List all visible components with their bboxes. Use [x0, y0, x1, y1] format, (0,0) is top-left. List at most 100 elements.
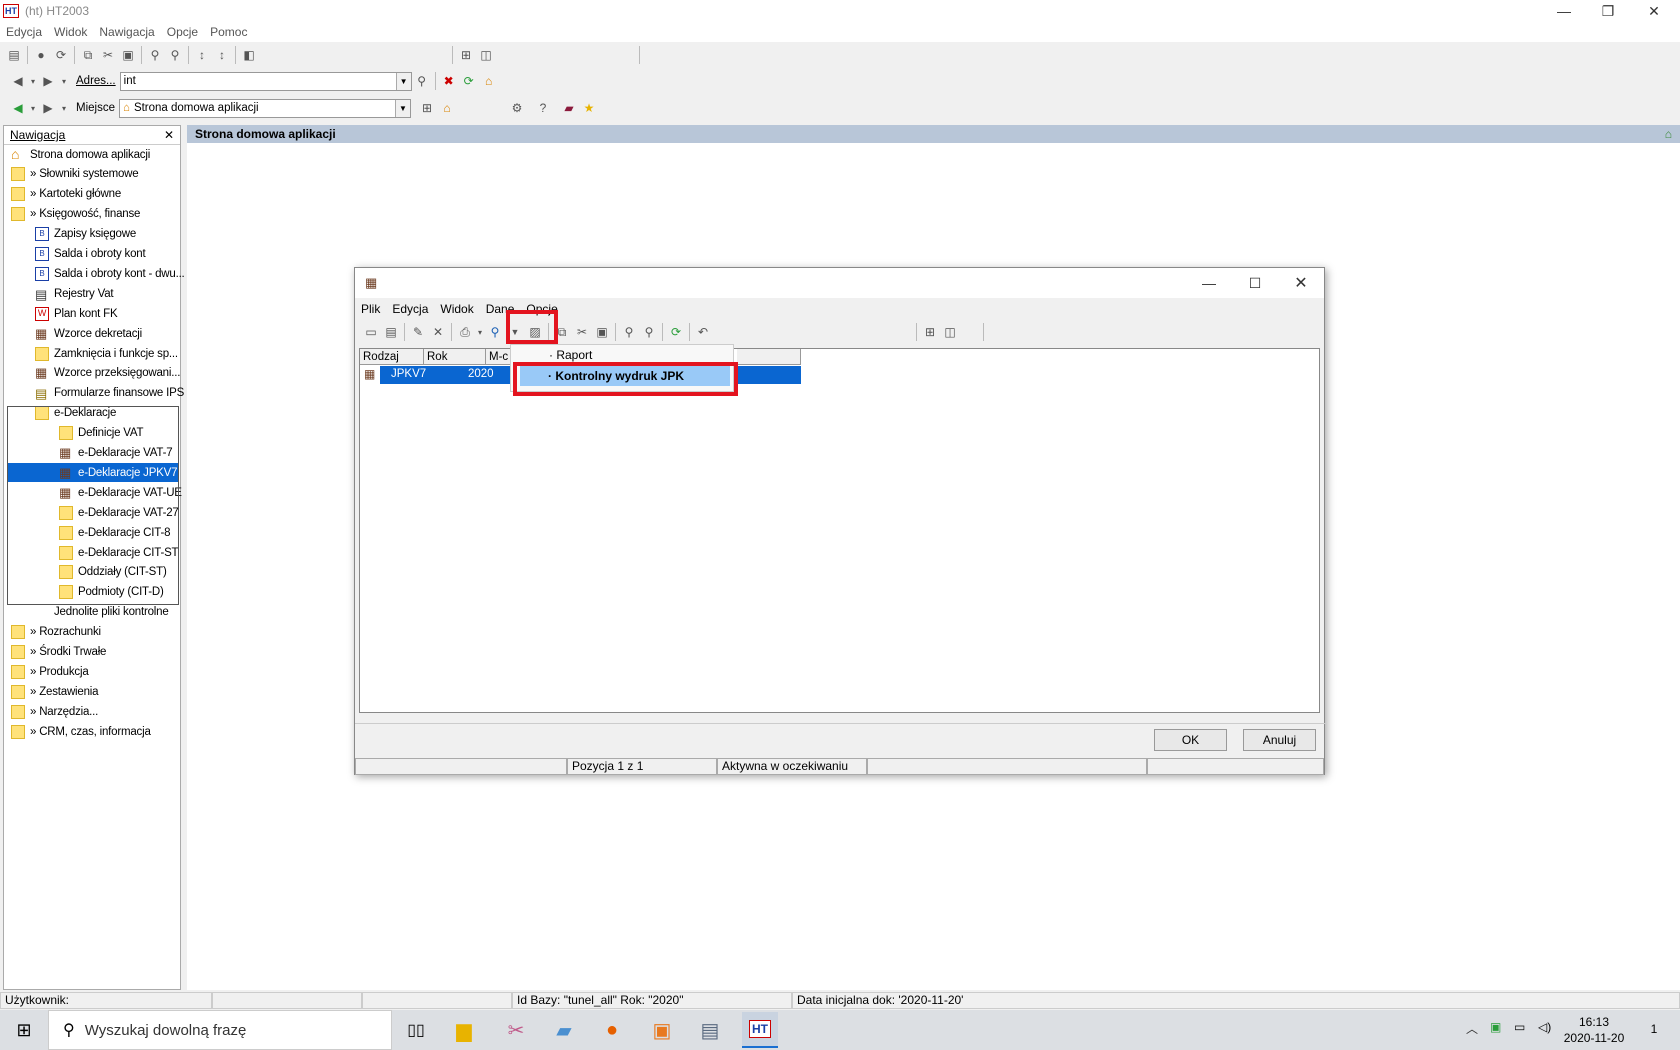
nav-item[interactable]: » Zestawienia	[11, 682, 99, 701]
column-header-rodzaj[interactable]: Rodzaj	[360, 349, 424, 365]
nav-item[interactable]: ▦ Wzorce przeksięgowani...	[35, 364, 180, 383]
ht-app-taskbar-icon[interactable]: HT	[742, 1012, 778, 1048]
menu-opcje[interactable]: Opcje	[161, 25, 204, 39]
menu-widok[interactable]: Widok	[48, 25, 93, 39]
tree-icon[interactable]: ⊞	[920, 322, 940, 342]
nav-item[interactable]: » Środki Trwałe	[11, 643, 106, 662]
home-icon[interactable]: ⌂	[479, 71, 499, 91]
cut-icon[interactable]: ✂	[98, 45, 118, 65]
firefox-icon[interactable]: ●	[594, 1012, 630, 1048]
dialog-minimize-button[interactable]: —	[1187, 272, 1231, 294]
favorites-home-icon[interactable]: ⌂	[437, 98, 457, 118]
tray-chevron-icon[interactable]: ︿	[1466, 1020, 1478, 1037]
home-icon[interactable]: ⌂	[1665, 127, 1672, 141]
network-icon[interactable]: ▭	[1514, 1020, 1525, 1034]
menu-pomoc[interactable]: Pomoc	[204, 25, 253, 39]
nav-item[interactable]: » Kartoteki główne	[11, 185, 121, 204]
dialog-close-button[interactable]: ✕	[1279, 272, 1323, 294]
dialog-menu-edycja[interactable]: Edycja	[386, 302, 434, 316]
refresh-icon[interactable]: ⟳	[666, 322, 686, 342]
nav-back-icon[interactable]: ◀	[8, 98, 28, 118]
nav-back-menu-icon[interactable]: ▾	[28, 98, 38, 118]
find-next-icon[interactable]: ⚲	[639, 322, 659, 342]
nav-item[interactable]: W Plan kont FK	[35, 304, 118, 323]
star-icon[interactable]: ★	[579, 98, 599, 118]
nav-item[interactable]: Jednolite pliki kontrolne	[35, 603, 169, 622]
snipping-tool-icon[interactable]: ✂	[498, 1012, 534, 1048]
column-header-rok[interactable]: Rok	[424, 349, 486, 365]
close-button[interactable]: ✕	[1632, 0, 1676, 22]
dialog-menu-widok[interactable]: Widok	[434, 302, 479, 316]
properties-icon[interactable]: ▤	[381, 322, 401, 342]
nav-item[interactable]: » Słowniki systemowe	[11, 165, 139, 184]
forward-icon[interactable]: ▶	[38, 71, 58, 91]
nav-item[interactable]: » CRM, czas, informacja	[11, 722, 151, 741]
nav-item[interactable]: ▤ Formularze finansowe IPS	[35, 384, 184, 403]
edit-icon[interactable]: ✎	[408, 322, 428, 342]
panel-icon[interactable]: ◧	[239, 45, 259, 65]
layout-icon[interactable]: ◫	[476, 45, 496, 65]
sort-desc-icon[interactable]: ↕	[212, 45, 232, 65]
address-input[interactable]: int ▼	[119, 71, 412, 91]
paste-icon[interactable]: ▣	[118, 45, 138, 65]
nav-forward-menu-icon[interactable]: ▾	[58, 98, 70, 118]
nav-item[interactable]: B Salda i obroty kont	[35, 245, 146, 264]
preview-icon[interactable]: ⚲	[485, 322, 505, 342]
back-icon[interactable]: ◀	[8, 71, 28, 91]
nav-item[interactable]: ⌂ Strona domowa aplikacji	[11, 145, 150, 164]
notes-app-icon[interactable]: ▰	[546, 1012, 582, 1048]
nav-item[interactable]: » Produkcja	[11, 662, 89, 681]
properties-icon[interactable]: ▤	[4, 45, 24, 65]
nav-item[interactable]: B Salda i obroty kont - dwu...	[35, 264, 185, 283]
column-header-extra[interactable]	[737, 349, 801, 365]
nav-item[interactable]: » Księgowość, finanse	[11, 205, 140, 224]
volume-icon[interactable]: ◁)	[1538, 1020, 1551, 1034]
menu-nawigacja[interactable]: Nawigacja	[93, 25, 160, 39]
file-explorer-icon[interactable]: ▆	[446, 1012, 482, 1048]
cut-icon[interactable]: ✂	[572, 322, 592, 342]
windows-start-icon[interactable]: ⊞	[0, 1010, 48, 1050]
print-menu-icon[interactable]: ▾	[475, 322, 485, 342]
find-next-icon[interactable]: ⚲	[165, 45, 185, 65]
dialog-maximize-button[interactable]: ☐	[1233, 272, 1277, 294]
nav-item[interactable]: » Narzędzia...	[11, 702, 98, 721]
taskbar-search-box[interactable]: ⚲ Wyszukaj dowolną frazę	[48, 1010, 392, 1050]
find-icon[interactable]: ⚲	[619, 322, 639, 342]
back-menu-icon[interactable]: ▾	[28, 71, 38, 91]
layout-icon[interactable]: ◫	[940, 322, 960, 342]
refresh-icon[interactable]: ⟳	[51, 45, 71, 65]
find-icon[interactable]: ⚲	[145, 45, 165, 65]
tray-app-icon[interactable]: ▣	[1490, 1020, 1501, 1034]
nav-item[interactable]: Zamknięcia i funkcje sp...	[35, 344, 178, 363]
nav-item[interactable]: » Rozrachunki	[11, 623, 101, 642]
stop-icon[interactable]: ✖	[439, 71, 459, 91]
forward-menu-icon[interactable]: ▾	[58, 71, 70, 91]
reload-icon[interactable]: ⟳	[459, 71, 479, 91]
go-search-icon[interactable]: ⚲	[412, 71, 432, 91]
nav-forward-icon[interactable]: ▶	[38, 98, 58, 118]
chat-icon[interactable]: ●	[31, 45, 51, 65]
paste-icon[interactable]: ▣	[592, 322, 612, 342]
nav-item[interactable]: ▦ Wzorce dekretacji	[35, 324, 142, 343]
cancel-button[interactable]: Anuluj	[1243, 729, 1316, 751]
task-view-icon[interactable]: ▯▯	[398, 1012, 434, 1048]
remote-desktop-icon[interactable]: ▤	[692, 1012, 728, 1048]
new-icon[interactable]: ▭	[361, 322, 381, 342]
nav-item[interactable]: B Zapisy księgowe	[35, 225, 136, 244]
book-icon[interactable]: ▰	[559, 98, 579, 118]
menu-edycja[interactable]: Edycja	[0, 25, 48, 39]
tray-clock[interactable]: 16:13 2020-11-20	[1556, 1014, 1632, 1046]
location-input[interactable]: ⌂ Strona domowa aplikacji ▼	[118, 98, 411, 118]
tree-icon[interactable]: ⊞	[456, 45, 476, 65]
address-dropdown-icon[interactable]: ▼	[395, 72, 411, 90]
nav-item[interactable]: ▤ Rejestry Vat	[35, 284, 114, 303]
tree-view-icon[interactable]: ⊞	[417, 98, 437, 118]
notifications-icon[interactable]: 1	[1642, 1018, 1666, 1040]
dialog-menu-plik[interactable]: Plik	[355, 302, 386, 316]
print-icon[interactable]: ⎙	[455, 322, 475, 342]
ok-button[interactable]: OK	[1154, 729, 1227, 751]
nav-close-icon[interactable]: ✕	[164, 128, 174, 142]
copy-icon[interactable]: ⧉	[78, 45, 98, 65]
location-dropdown-icon[interactable]: ▼	[394, 99, 410, 117]
undo-icon[interactable]: ↶	[693, 322, 713, 342]
